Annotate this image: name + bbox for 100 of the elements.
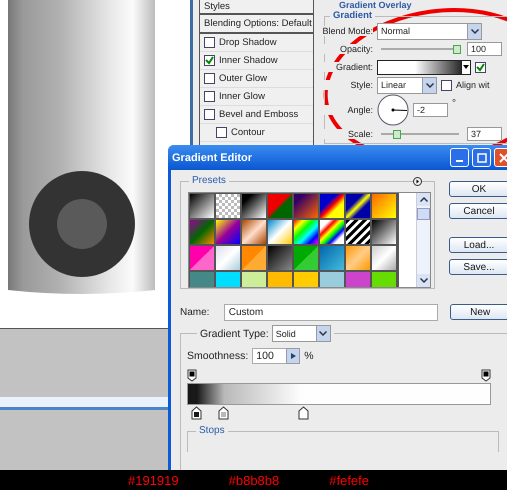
effect-item[interactable]: Bevel and Emboss: [200, 106, 313, 124]
field-label: Angle:: [321, 104, 373, 114]
chevron-up-icon[interactable]: [420, 197, 428, 202]
angle-dial[interactable]: [377, 94, 409, 126]
checkbox[interactable]: [441, 80, 452, 90]
gradient-swatch[interactable]: [320, 220, 344, 244]
angle-field[interactable]: -2: [413, 102, 448, 116]
field-label: Scale:: [321, 129, 373, 139]
blend-mode-dropdown[interactable]: Normal: [377, 22, 482, 40]
chevron-down-icon: [319, 331, 328, 336]
name-field[interactable]: Custom: [224, 304, 438, 320]
color-stop[interactable]: [191, 406, 202, 420]
checkbox[interactable]: [204, 109, 215, 120]
field-label: Name:: [180, 306, 210, 318]
scrollbar[interactable]: [416, 193, 430, 287]
minimize-icon[interactable]: [450, 148, 469, 167]
slider-thumb[interactable]: [452, 44, 461, 54]
gradient-swatch[interactable]: [190, 246, 214, 270]
opacity-field[interactable]: 100: [467, 42, 502, 56]
new-button[interactable]: New: [450, 304, 507, 320]
checkbox[interactable]: [216, 127, 227, 138]
arrow-button[interactable]: [286, 348, 300, 364]
triangle-right-icon: [290, 353, 296, 359]
gradient-swatch[interactable]: [372, 220, 396, 244]
field-label: Style:: [321, 80, 373, 90]
effect-item[interactable]: Outer Glow: [200, 70, 313, 88]
color-code-caption: #191919: [128, 472, 179, 488]
gradient-swatch[interactable]: [268, 246, 292, 270]
gradient-swatch[interactable]: [190, 220, 214, 244]
opacity-stop-icon[interactable]: [481, 369, 491, 382]
effect-label: Inner Shadow: [219, 55, 278, 66]
gradient-swatch[interactable]: [372, 194, 396, 218]
gradient-type-dropdown[interactable]: Solid: [272, 325, 331, 342]
scale-field[interactable]: 37: [467, 127, 502, 141]
checkbox[interactable]: [204, 55, 215, 66]
checkbox[interactable]: [475, 62, 486, 72]
chevron-down-icon: [426, 82, 434, 88]
gradient-swatch[interactable]: [372, 246, 396, 270]
checkbox-label: Align wit: [456, 80, 490, 90]
effect-label: Bevel and Emboss: [219, 109, 298, 120]
dialog-button[interactable]: OK: [449, 181, 507, 197]
gradient-swatch[interactable]: [294, 220, 318, 244]
dialog-button[interactable]: Load...: [449, 237, 507, 253]
gradient-swatch[interactable]: [320, 194, 344, 218]
gradient-swatch[interactable]: [294, 246, 318, 270]
window-title: Gradient Editor: [172, 152, 254, 164]
gradient-swatch[interactable]: [346, 194, 370, 218]
gradient-swatch[interactable]: [216, 246, 240, 270]
gradient-swatch[interactable]: [268, 220, 292, 244]
maximize-icon[interactable]: [472, 148, 491, 167]
gradient-swatch[interactable]: [320, 246, 344, 270]
color-code-caption: #b8b8b8: [228, 472, 280, 488]
effect-label: Contour: [231, 127, 265, 138]
blending-options-item[interactable]: Blending Options: Default: [200, 15, 313, 34]
section-title: Gradient Overlay: [339, 0, 413, 10]
group-title: Gradient: [330, 10, 376, 21]
field-label: Smoothness:: [187, 350, 248, 362]
checkbox[interactable]: [204, 73, 215, 84]
color-stop[interactable]: [298, 406, 309, 420]
gradient-swatch[interactable]: [242, 246, 266, 270]
gradient-swatch[interactable]: [242, 194, 266, 218]
smoothness-field[interactable]: 100: [252, 348, 288, 364]
gradient-swatch[interactable]: [242, 220, 266, 244]
chevron-down-icon[interactable]: [420, 278, 428, 283]
percent-unit: %: [304, 350, 314, 362]
effect-item[interactable]: Inner Shadow: [200, 52, 313, 70]
checkbox[interactable]: [204, 91, 215, 102]
gradient-picker[interactable]: [377, 60, 471, 74]
gradient-swatch[interactable]: [268, 194, 292, 218]
gradient-swatch[interactable]: [190, 194, 214, 218]
dialog-button[interactable]: Cancel: [449, 203, 507, 219]
effect-item[interactable]: Drop Shadow: [200, 34, 313, 52]
color-stop[interactable]: [218, 406, 230, 420]
checkbox[interactable]: [204, 37, 215, 48]
chevron-down-icon: [470, 28, 478, 34]
triangle-down-icon: [463, 65, 469, 69]
gradient-swatch[interactable]: [294, 194, 318, 218]
effect-item[interactable]: Inner Glow: [200, 88, 313, 106]
group-title: Presets: [189, 175, 229, 186]
field-label: Gradient:: [321, 62, 373, 72]
gradient-swatch[interactable]: [216, 194, 240, 218]
group-title: Stops: [196, 425, 228, 436]
style-dropdown[interactable]: Linear: [377, 76, 437, 94]
gradient-swatch[interactable]: [346, 220, 370, 244]
field-label: Gradient Type:: [200, 328, 269, 340]
opacity-stop-icon[interactable]: [187, 369, 197, 382]
gradient-swatch[interactable]: [346, 246, 370, 270]
field-label: Blend Mode:: [321, 26, 373, 36]
slider-thumb[interactable]: [392, 130, 401, 138]
scroll-thumb[interactable]: [417, 208, 430, 220]
effect-label: Drop Shadow: [219, 37, 277, 48]
effect-label: Outer Glow: [219, 73, 268, 84]
degree-unit: °: [452, 98, 456, 109]
dialog-button[interactable]: Save...: [449, 259, 507, 275]
effect-item[interactable]: Contour: [200, 124, 313, 142]
gradient-swatch[interactable]: [216, 220, 240, 244]
styles-header: Styles: [200, 0, 313, 15]
effect-label: Inner Glow: [219, 91, 265, 102]
color-code-caption: #fefefe: [329, 472, 370, 488]
gradient-bar[interactable]: [187, 383, 491, 405]
